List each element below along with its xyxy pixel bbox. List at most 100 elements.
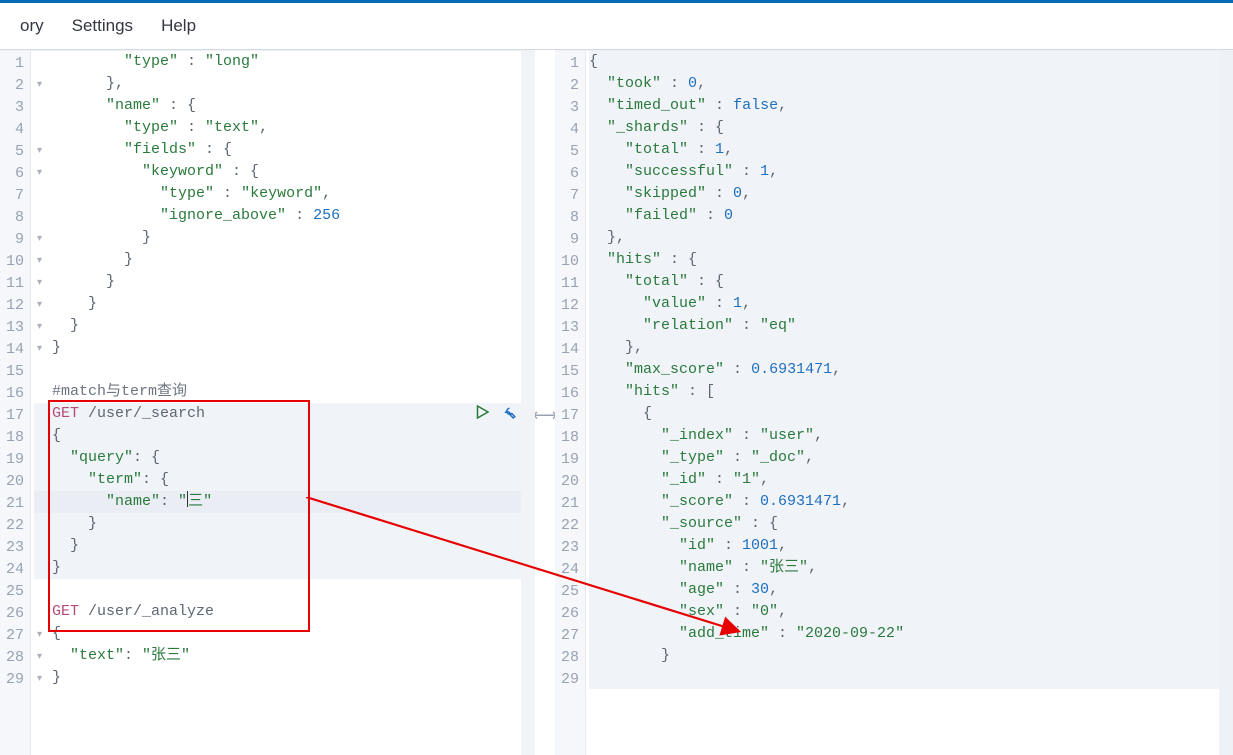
code-line[interactable]: "timed_out" : false, [589, 95, 1233, 117]
request-editor[interactable]: "type" : "long" }, "name" : { "type" : "… [30, 51, 535, 755]
line-number: 12 [555, 295, 585, 317]
code-line[interactable]: "_score" : 0.6931471, [589, 491, 1233, 513]
code-line[interactable]: "_type" : "_doc", [589, 447, 1233, 469]
punc-token: : [724, 361, 751, 378]
code-line[interactable]: "hits" : [ [589, 381, 1233, 403]
code-line[interactable]: "_shards" : { [589, 117, 1233, 139]
code-line[interactable]: "took" : 0, [589, 73, 1233, 95]
code-line[interactable]: "age" : 30, [589, 579, 1233, 601]
code-line[interactable]: "type" : "text", [34, 117, 535, 139]
punc-token: : [ [679, 383, 715, 400]
str-token: "0" [751, 603, 778, 620]
punc-token: : [706, 185, 733, 202]
punc-token: , [832, 361, 841, 378]
code-line[interactable]: { [589, 403, 1233, 425]
punc-token: } [88, 295, 97, 312]
menu-help[interactable]: Help [147, 16, 210, 36]
code-line[interactable]: } [34, 337, 535, 359]
code-line[interactable]: { [589, 51, 1233, 73]
code-line[interactable]: "query": { [34, 447, 535, 469]
key-token: "failed" [625, 207, 697, 224]
code-line[interactable]: "_index" : "user", [589, 425, 1233, 447]
num-token: 256 [313, 207, 340, 224]
split-container: 1234567891011121314151617181920212223242… [0, 50, 1233, 755]
punc-token: : [214, 185, 241, 202]
punc-token: : [724, 449, 751, 466]
code-line[interactable]: } [34, 535, 535, 557]
comment-token: #match与term查询 [52, 383, 187, 400]
code-line[interactable]: "value" : 1, [589, 293, 1233, 315]
line-number: 17 [555, 405, 585, 427]
code-line[interactable]: GET /user/_search [34, 403, 535, 425]
menu-settings[interactable]: Settings [58, 16, 147, 36]
code-line[interactable]: }, [34, 73, 535, 95]
code-line[interactable]: "name" : { [34, 95, 535, 117]
punc-token: : { [142, 471, 169, 488]
code-line[interactable]: } [34, 249, 535, 271]
wrench-icon[interactable] [499, 403, 517, 421]
code-line[interactable]: }, [589, 337, 1233, 359]
line-number: 16 [0, 383, 30, 405]
code-line[interactable]: } [34, 271, 535, 293]
method-token: GET [52, 603, 79, 620]
line-number: 10 [555, 251, 585, 273]
code-line[interactable] [34, 579, 535, 601]
code-line[interactable]: "id" : 1001, [589, 535, 1233, 557]
code-line[interactable]: "text": "张三" [34, 645, 535, 667]
menu-history[interactable]: ory [6, 16, 58, 36]
code-line[interactable] [34, 359, 535, 381]
kw-token: false [733, 97, 778, 114]
code-line[interactable]: "total" : { [589, 271, 1233, 293]
code-line[interactable]: }, [589, 227, 1233, 249]
code-line[interactable]: } [34, 315, 535, 337]
code-line[interactable]: } [34, 667, 535, 689]
code-line[interactable]: "add_time" : "2020-09-22" [589, 623, 1233, 645]
code-line[interactable]: "total" : 1, [589, 139, 1233, 161]
code-line[interactable] [589, 667, 1233, 689]
code-line[interactable]: "failed" : 0 [589, 205, 1233, 227]
code-line[interactable]: } [589, 645, 1233, 667]
num-token: 1 [733, 295, 742, 312]
code-line[interactable]: "skipped" : 0, [589, 183, 1233, 205]
line-number: 17 [0, 405, 30, 427]
key-token: "_source" [661, 515, 742, 532]
code-line[interactable]: "max_score" : 0.6931471, [589, 359, 1233, 381]
right-scrollbar[interactable] [1219, 51, 1233, 755]
run-icon[interactable] [473, 403, 491, 421]
punc-token: }, [625, 339, 643, 356]
code-line[interactable]: } [34, 227, 535, 249]
code-line[interactable]: #match与term查询 [34, 381, 535, 403]
code-line[interactable]: "keyword" : { [34, 161, 535, 183]
punc-token: : [715, 537, 742, 554]
code-line[interactable]: "hits" : { [589, 249, 1233, 271]
code-line[interactable]: "_source" : { [589, 513, 1233, 535]
code-line[interactable]: { [34, 623, 535, 645]
code-line[interactable]: "type" : "long" [34, 51, 535, 73]
code-line[interactable]: } [34, 557, 535, 579]
key-token: "total" [625, 273, 688, 290]
code-line[interactable]: "name" : "张三", [589, 557, 1233, 579]
code-line[interactable]: "ignore_above" : 256 [34, 205, 535, 227]
line-number: 21 [0, 493, 30, 515]
line-number: 11 [555, 273, 585, 295]
key-token: "text" [70, 647, 124, 664]
left-scrollbar[interactable] [521, 51, 535, 755]
code-line[interactable]: "fields" : { [34, 139, 535, 161]
code-line[interactable]: "name": "三" [34, 491, 535, 513]
response-viewer[interactable]: { "took" : 0, "timed_out" : false, "_sha… [585, 51, 1233, 755]
split-handle[interactable]: ⟷ [535, 50, 555, 755]
num-token: 1 [715, 141, 724, 158]
code-line[interactable]: GET /user/_analyze [34, 601, 535, 623]
punc-token: : [178, 53, 205, 70]
code-line[interactable]: "_id" : "1", [589, 469, 1233, 491]
code-line[interactable]: "term": { [34, 469, 535, 491]
code-line[interactable]: } [34, 513, 535, 535]
punc-token: { [643, 405, 652, 422]
code-line[interactable]: "relation" : "eq" [589, 315, 1233, 337]
line-number: 16 [555, 383, 585, 405]
code-line[interactable]: "type" : "keyword", [34, 183, 535, 205]
code-line[interactable]: "sex" : "0", [589, 601, 1233, 623]
code-line[interactable]: "successful" : 1, [589, 161, 1233, 183]
code-line[interactable]: } [34, 293, 535, 315]
code-line[interactable]: { [34, 425, 535, 447]
